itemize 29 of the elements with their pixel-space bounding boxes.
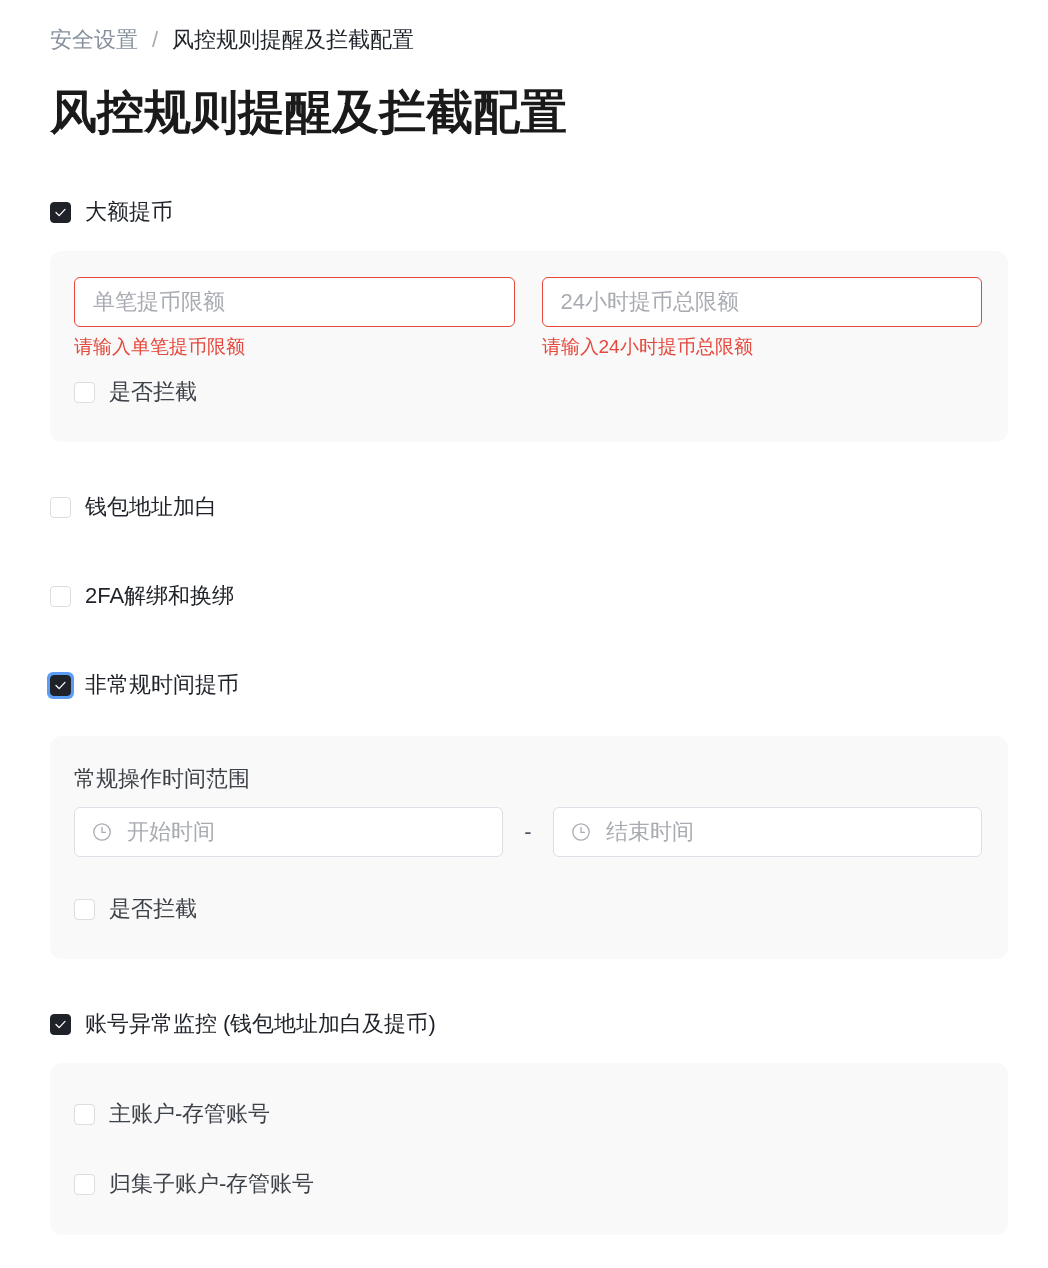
check-icon [55,1019,66,1029]
range-separator: - [524,818,532,846]
check-icon [55,680,66,690]
check-icon [55,207,66,217]
breadcrumb-current: 风控规则提醒及拦截配置 [172,26,415,54]
checkbox-label: 大额提币 [85,198,173,226]
time-input[interactable]: 结束时间 [553,807,982,857]
checkbox-label: 是否拦截 [109,895,197,923]
checkbox-label: 2FA解绑和换绑 [85,582,235,610]
breadcrumb-link[interactable]: 安全设置 [50,25,138,55]
checkbox-label: 是否拦截 [109,378,197,406]
field-label: 常规操作时间范围 [74,765,250,793]
checkbox[interactable] [50,201,71,223]
time-input[interactable]: 开始时间 [74,807,503,857]
clock-icon [572,823,590,841]
page-title: 风控规则提醒及拦截配置 [50,84,567,140]
clock-icon [93,823,111,841]
checkbox[interactable] [50,674,71,696]
error-message: 请输入单笔提币限额 [74,335,245,359]
checkbox-label: 钱包地址加白 [85,493,217,521]
checkbox-label: 非常规时间提币 [85,671,239,699]
checkbox-label: 归集子账户-存管账号 [109,1170,315,1198]
error-message: 请输入24小时提币总限额 [541,335,753,359]
checkbox[interactable] [50,1013,71,1035]
breadcrumb-separator: / [152,26,159,54]
amount-input[interactable]: 24小时提币总限额 [541,277,982,327]
checkbox-label: 账号异常监控 (钱包地址加白及提币) [85,1010,436,1038]
amount-input[interactable]: 单笔提币限额 [74,277,515,327]
checkbox-label: 主账户-存管账号 [109,1100,271,1128]
